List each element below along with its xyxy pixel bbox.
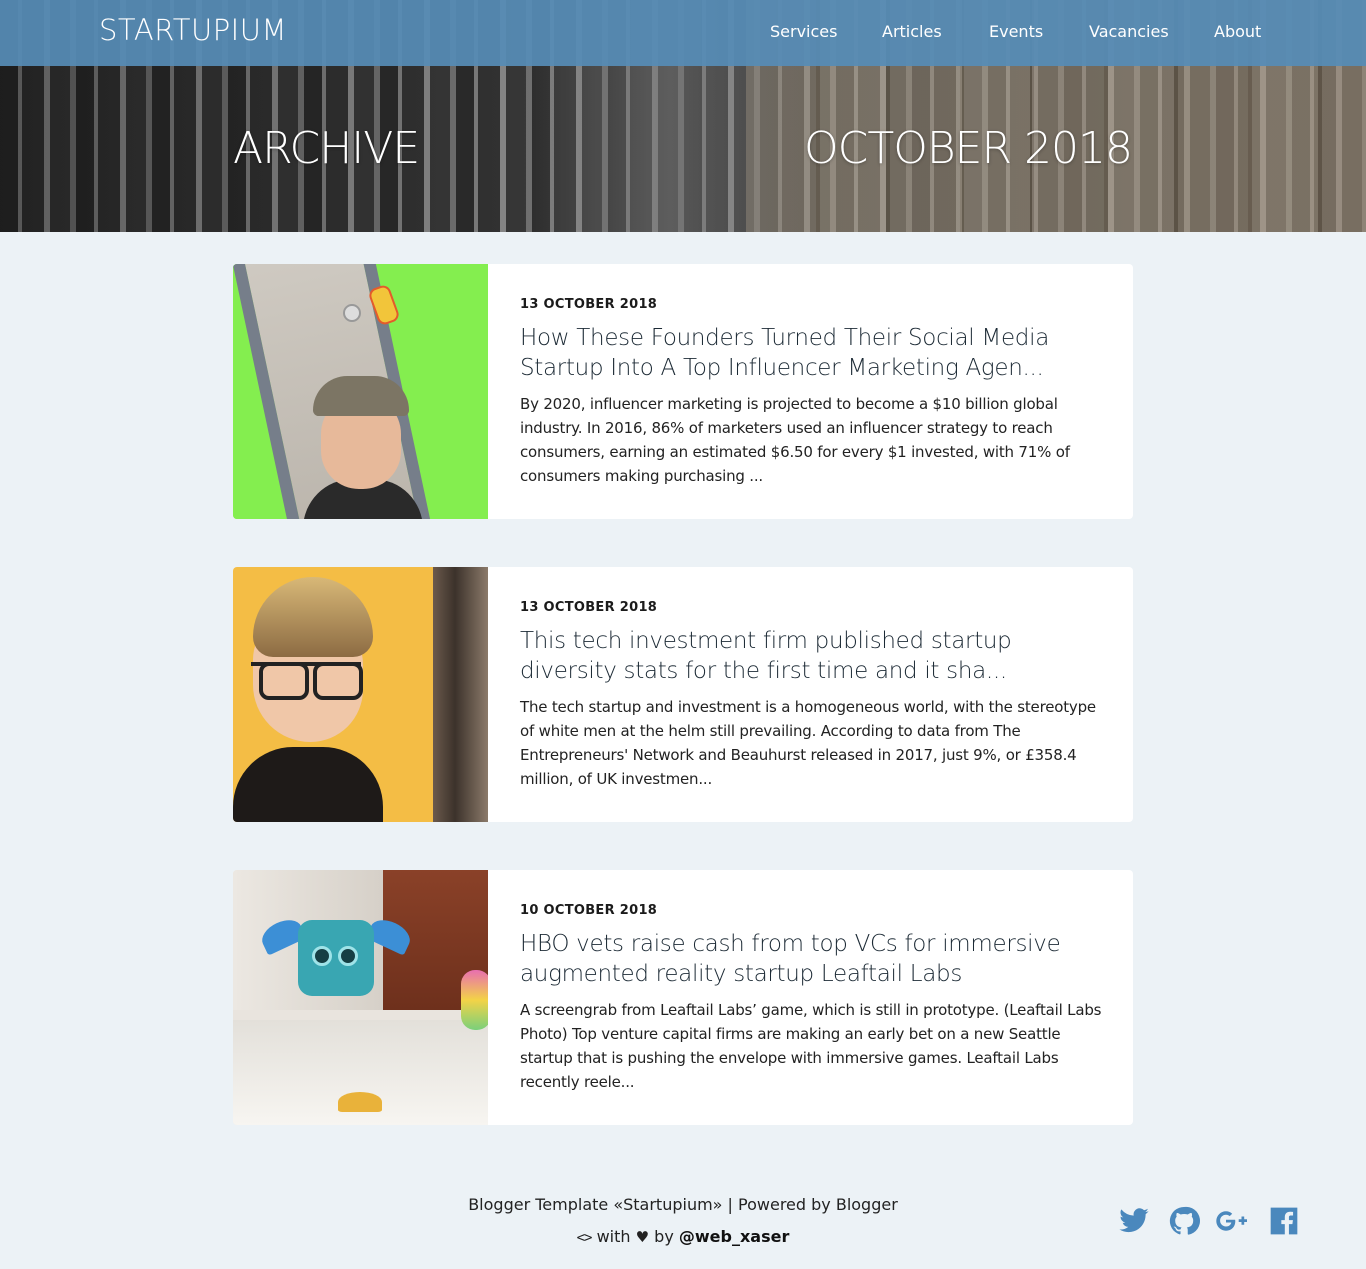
heart-icon: ♥ (635, 1228, 650, 1246)
post-card: 10 OCTOBER 2018 HBO vets raise cash from… (233, 870, 1133, 1125)
post-body: 13 OCTOBER 2018 This tech investment fir… (488, 567, 1133, 822)
nav-link-articles[interactable]: Articles (882, 22, 942, 41)
author-handle-link[interactable]: @web_xaser (679, 1227, 789, 1246)
nav-link-about[interactable]: About (1214, 22, 1261, 41)
post-card: 13 OCTOBER 2018 How These Founders Turne… (233, 264, 1133, 519)
code-icon: <> (576, 1230, 593, 1246)
post-body: 13 OCTOBER 2018 How These Founders Turne… (488, 264, 1133, 519)
footer-by-text: by (654, 1227, 674, 1246)
post-card: 13 OCTOBER 2018 This tech investment fir… (233, 567, 1133, 822)
github-icon[interactable] (1168, 1205, 1200, 1237)
twitter-icon[interactable] (1118, 1205, 1150, 1237)
post-thumbnail-link[interactable] (233, 264, 488, 519)
nav-link-services[interactable]: Services (770, 22, 837, 41)
post-body: 10 OCTOBER 2018 HBO vets raise cash from… (488, 870, 1133, 1125)
archive-heading: ARCHIVE (233, 123, 420, 174)
post-excerpt: By 2020, influencer marketing is project… (520, 395, 1070, 485)
nav-menu: Services Articles Events Vacancies About (0, 22, 1366, 46)
post-excerpt: A screengrab from Leaftail Labs’ game, w… (520, 1001, 1102, 1091)
facebook-icon[interactable] (1268, 1205, 1300, 1237)
nav-link-vacancies[interactable]: Vacancies (1089, 22, 1169, 41)
nav-link-events[interactable]: Events (989, 22, 1043, 41)
post-title-link[interactable]: HBO vets raise cash from top VCs for imm… (520, 929, 1103, 989)
post-date: 10 OCTOBER 2018 (520, 903, 658, 918)
post-thumbnail-link[interactable] (233, 870, 488, 1125)
footer-credits: Blogger Template «Startupium» | Powered … (468, 1195, 898, 1214)
post-date: 13 OCTOBER 2018 (520, 297, 658, 312)
post-thumbnail-link[interactable] (233, 567, 488, 822)
footer-author-line: <> with ♥ by @web_xaser (0, 1227, 1366, 1246)
post-title-link[interactable]: This tech investment firm published star… (520, 626, 1103, 686)
post-title-link[interactable]: How These Founders Turned Their Social M… (520, 323, 1103, 383)
google-plus-icon[interactable] (1216, 1205, 1248, 1237)
top-navbar: STARTUPIUM Services Articles Events Vaca… (0, 0, 1366, 66)
post-date: 13 OCTOBER 2018 (520, 600, 658, 615)
footer-with-text: with (596, 1227, 631, 1246)
thumbnail-image (433, 567, 488, 822)
post-excerpt: The tech startup and investment is a hom… (520, 698, 1096, 788)
archive-month-heading: OCTOBER 2018 (803, 123, 1133, 174)
